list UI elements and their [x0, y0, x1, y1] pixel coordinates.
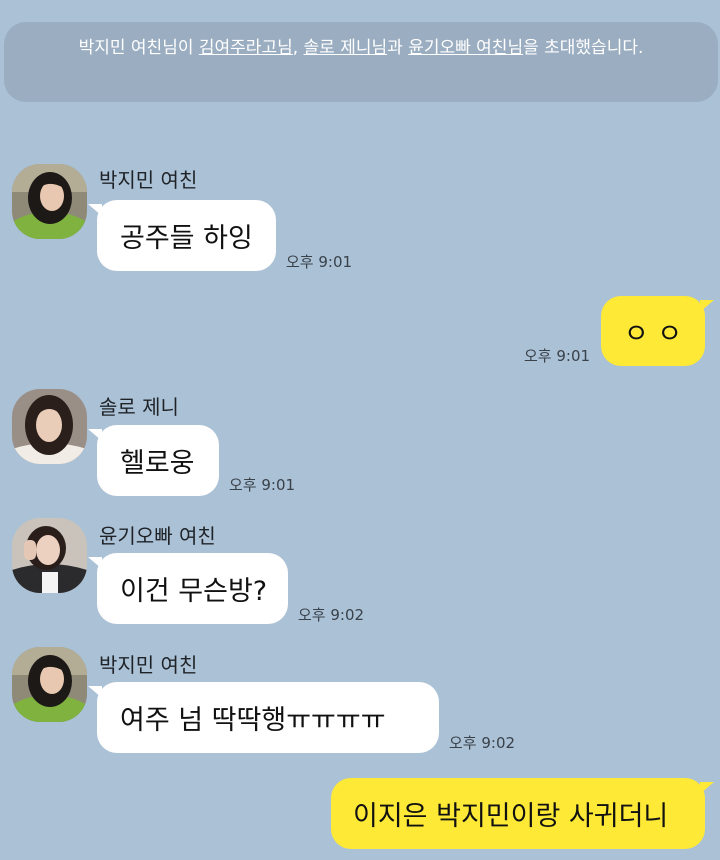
outgoing-message-bubble[interactable]: 이지은 박지민이랑 사귀더니: [331, 778, 714, 849]
sender-avatar-yoongi-gf[interactable]: [12, 518, 87, 593]
system-notice: 박지민 여친님이 김여주라고님, 솔로 제니님과 윤기오빠 여친님을 초대했습니…: [4, 22, 718, 102]
incoming-message-bubble[interactable]: 여주 넘 딱딱행ㅠㅠㅠㅠ: [88, 682, 439, 753]
message-timestamp: 오후 9:02: [298, 606, 365, 624]
notice-separator-1: ,: [292, 38, 304, 58]
outgoing-message-bubble[interactable]: ㅇ ㅇ: [601, 296, 714, 366]
person-photo-icon: [12, 518, 87, 593]
message-text: 이건 무슨방?: [120, 576, 268, 607]
notice-text-after: 을 초대했습니다.: [523, 38, 644, 58]
sender-name: 박지민 여친: [99, 653, 198, 677]
sender-avatar-jennie[interactable]: [12, 389, 87, 464]
sender-name: 솔로 제니: [99, 395, 179, 419]
invited-user-link-2[interactable]: 솔로 제니님: [304, 38, 388, 58]
invited-user-link-3[interactable]: 윤기오빠 여친님: [408, 38, 523, 58]
sender-avatar-park[interactable]: [12, 647, 87, 722]
message-timestamp: 오후 9:01: [524, 347, 591, 365]
message-text: 공주들 하잉: [120, 223, 253, 254]
person-photo-icon: [12, 164, 87, 239]
person-photo-icon: [12, 647, 87, 722]
person-photo-icon: [12, 389, 87, 464]
sender-avatar-park[interactable]: [12, 164, 87, 239]
sender-name: 박지민 여친: [99, 168, 198, 192]
incoming-message-bubble[interactable]: 공주들 하잉: [88, 200, 276, 271]
message-text: 여주 넘 딱딱행ㅠㅠㅠㅠ: [120, 705, 386, 736]
sender-name: 윤기오빠 여친: [99, 524, 216, 548]
notice-separator-2: 과: [387, 38, 409, 58]
message-timestamp: 오후 9:02: [449, 734, 516, 752]
incoming-message-bubble[interactable]: 헬로웅: [88, 425, 219, 496]
message-text: 이지은 박지민이랑 사귀더니: [353, 801, 669, 832]
incoming-message-bubble[interactable]: 이건 무슨방?: [88, 553, 288, 624]
invited-user-link-1[interactable]: 김여주라고님: [199, 38, 293, 58]
message-text: ㅇ ㅇ: [623, 318, 683, 350]
message-text: 헬로웅: [120, 448, 195, 479]
message-timestamp: 오후 9:01: [286, 253, 353, 271]
message-timestamp: 오후 9:01: [229, 476, 296, 494]
notice-text-before: 박지민 여친님이: [78, 38, 199, 58]
